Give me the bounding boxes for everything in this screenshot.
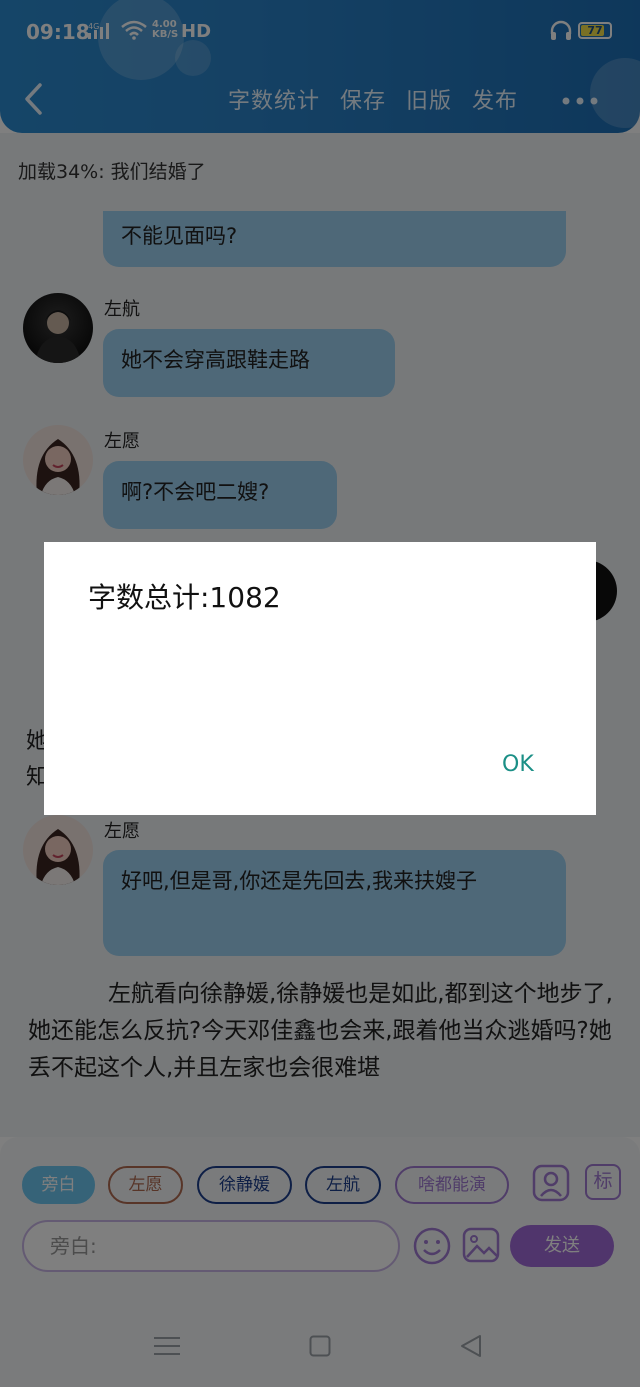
ok-button[interactable]: OK <box>492 748 544 781</box>
dialog-message: 字数总计:1082 <box>88 581 281 614</box>
word-count-dialog: 字数总计:1082 OK <box>44 542 596 815</box>
